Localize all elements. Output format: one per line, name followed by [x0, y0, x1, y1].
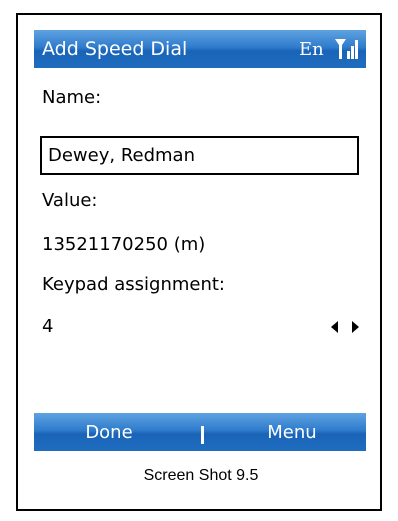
softkey-bar: Done Menu [34, 413, 366, 451]
phone-screen: Add Speed Dial En Name: Value: 135211702… [34, 30, 366, 451]
figure-caption: Screen Shot 9.5 [143, 467, 259, 484]
name-label: Name: [42, 87, 102, 108]
title-bar: Add Speed Dial En [34, 30, 366, 68]
page-title: Add Speed Dial [42, 38, 188, 60]
done-softkey[interactable]: Done [34, 413, 184, 451]
value-label: Value: [42, 190, 98, 211]
left-right-arrows-icon[interactable] [330, 320, 362, 334]
name-field[interactable] [40, 136, 359, 175]
screenshot-frame: Add Speed Dial En Name: Value: 135211702… [16, 13, 382, 511]
name-input[interactable] [42, 138, 357, 173]
keypad-assignment-label: Keypad assignment: [42, 274, 225, 295]
keypad-assignment-value[interactable]: 4 [42, 316, 53, 337]
signal-strength-icon [335, 39, 358, 59]
value-text[interactable]: 13521170250 (m) [42, 234, 205, 255]
input-language-indicator[interactable]: En [299, 39, 324, 60]
softkey-separator [201, 426, 204, 444]
menu-softkey[interactable]: Menu [218, 413, 366, 451]
